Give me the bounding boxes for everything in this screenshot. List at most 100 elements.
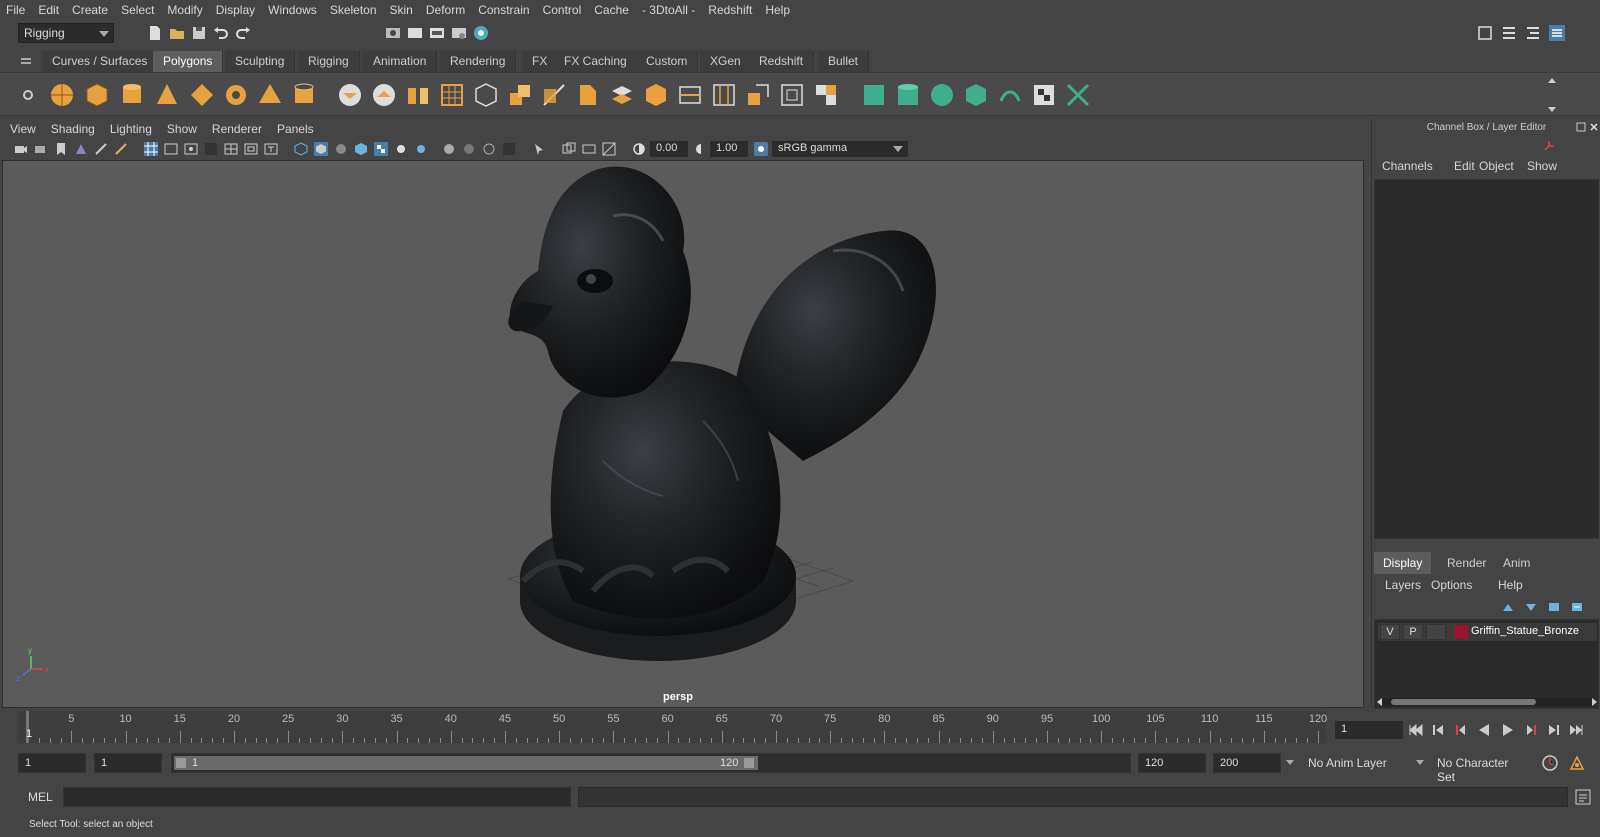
le-menu-options[interactable]: Options [1431,578,1472,592]
menu-redshift[interactable]: Redshift [708,3,752,17]
tab-anim-layers[interactable]: Anim [1494,552,1539,574]
shelf-menu-icon[interactable] [20,55,32,67]
poly-torus-icon[interactable] [222,81,250,109]
wireframe-icon[interactable] [294,142,308,156]
menu-3dtoall[interactable]: - 3DtoAll - [642,3,695,17]
layer-visibility-toggle[interactable]: V [1380,624,1400,640]
spherical-map-icon[interactable] [928,81,956,109]
undo-icon[interactable] [212,24,230,42]
step-forward-icon[interactable] [1546,722,1562,738]
grease-pencil-icon[interactable] [94,142,108,156]
exposure-field[interactable]: 0.00 [650,141,688,157]
menu-skin[interactable]: Skin [390,3,413,17]
automatic-map-icon[interactable] [962,81,990,109]
bevel-icon[interactable] [574,81,602,109]
tab-fx[interactable]: FX [522,51,559,72]
smooth-icon[interactable] [438,81,466,109]
shadows-icon[interactable] [414,142,428,156]
color-space-dropdown[interactable]: sRGB gamma [772,141,908,157]
new-layer-icon[interactable] [1547,601,1561,613]
layer-playback-toggle[interactable]: P [1403,624,1423,640]
slide-edge-icon[interactable] [778,81,806,109]
render-view-icon[interactable] [384,24,402,42]
image-plane-icon[interactable] [74,142,88,156]
tab-rendering[interactable]: Rendering [440,51,517,72]
open-scene-icon[interactable] [168,24,186,42]
bookmark-icon[interactable] [54,142,68,156]
extrude-icon[interactable] [506,81,534,109]
tab-render-layers[interactable]: Render [1438,552,1495,574]
insert-loop-icon[interactable] [676,81,704,109]
render-frame-icon[interactable] [406,24,424,42]
tab-curves-surfaces[interactable]: Curves / Surfaces [42,51,159,72]
poly-cone-icon[interactable] [153,81,181,109]
script-language-label[interactable]: MEL [28,790,53,804]
vp-menu-renderer[interactable]: Renderer [212,122,262,136]
animation-start-field[interactable]: 1 [18,753,86,773]
chevron-down-icon[interactable] [1286,760,1294,765]
save-scene-icon[interactable] [190,24,208,42]
playback-start-field[interactable]: 1 [94,753,162,773]
channel-box-body[interactable] [1374,179,1599,539]
animation-end-field[interactable]: 200 [1213,753,1281,773]
two-sided-lighting-icon[interactable] [562,142,576,156]
animation-preferences-icon[interactable] [1568,754,1586,772]
poly-plane-icon[interactable] [188,81,216,109]
layer-display-type-toggle[interactable] [1426,624,1446,640]
range-end-handle[interactable] [744,758,754,768]
vp-menu-view[interactable]: View [10,122,36,136]
move-layer-up-icon[interactable] [1501,601,1515,613]
manipulator-icon[interactable] [1542,139,1556,153]
tool-settings-icon[interactable] [1524,24,1542,42]
cut-sew-icon[interactable] [1064,81,1092,109]
menu-modify[interactable]: Modify [167,3,202,17]
layer-list-scrollbar[interactable] [1381,698,1593,706]
gamma-icon[interactable] [694,142,708,156]
menu-constrain[interactable]: Constrain [478,3,529,17]
poly-sphere-icon[interactable] [48,81,76,109]
attribute-editor-icon[interactable] [1500,24,1518,42]
xray-joints-icon[interactable] [462,142,476,156]
cb-menu-object[interactable]: Object [1479,159,1514,173]
vp-menu-show[interactable]: Show [167,122,197,136]
le-menu-layers[interactable]: Layers [1385,578,1421,592]
poly-pipe-icon[interactable] [290,81,318,109]
layer-color-swatch[interactable] [1454,625,1468,639]
fill-hole-icon[interactable] [642,81,670,109]
shelf-scroll-icon[interactable] [1546,75,1558,115]
menu-display[interactable]: Display [216,3,255,17]
checker-map-icon[interactable] [1030,81,1058,109]
tab-xgen[interactable]: XGen [700,51,752,72]
scroll-left-icon[interactable] [1377,698,1383,706]
step-back-key-icon[interactable] [1452,722,1468,738]
grid-toggle-icon[interactable] [144,142,158,156]
auto-key-icon[interactable] [1541,754,1559,772]
isolate-select-icon[interactable] [502,142,516,156]
tab-rigging[interactable]: Rigging [298,51,360,72]
step-forward-key-icon[interactable] [1524,722,1540,738]
menu-cache[interactable]: Cache [594,3,629,17]
safe-action-icon[interactable] [244,142,258,156]
vp-menu-panels[interactable]: Panels [277,122,314,136]
planar-map-icon[interactable] [860,81,888,109]
go-to-start-icon[interactable] [1408,722,1424,738]
range-slider[interactable]: 1 120 [171,753,1131,773]
layer-name[interactable]: Griffin_Statue_Bronze [1471,625,1579,637]
exposure-icon[interactable] [632,142,646,156]
tab-display-layers[interactable]: Display [1374,552,1432,574]
tab-animation[interactable]: Animation [363,51,438,72]
pencil-icon[interactable] [114,142,128,156]
cb-menu-channels[interactable]: Channels [1382,159,1433,173]
modeling-toolkit-icon[interactable] [1476,24,1494,42]
range-slider-fill[interactable] [174,756,758,770]
lights-icon[interactable] [394,142,408,156]
cb-menu-edit[interactable]: Edit [1454,159,1475,173]
multi-cut-icon[interactable] [540,81,568,109]
poly-cylinder-icon[interactable] [118,81,146,109]
camera-attributes-icon[interactable] [34,142,48,156]
time-slider[interactable]: 1 5 10 15 20 25 30 35 40 45 50 55 60 65 70 75 80 85 90 95 1… [18,711,1327,743]
unfold-icon[interactable] [996,81,1024,109]
cb-menu-show[interactable]: Show [1527,159,1557,173]
offset-loop-icon[interactable] [710,81,738,109]
color-management-icon[interactable] [754,142,768,156]
